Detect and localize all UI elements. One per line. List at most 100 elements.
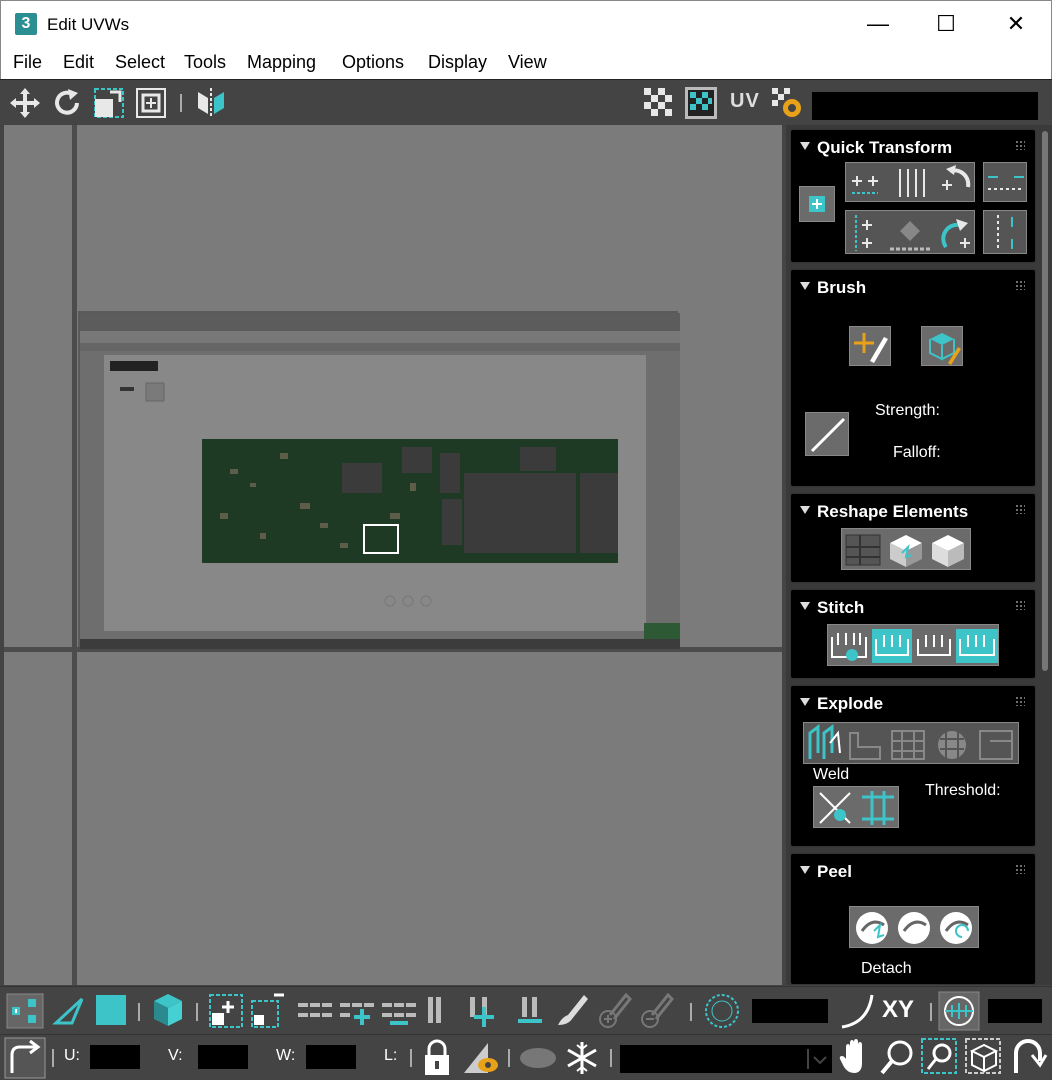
grow-selection-icon[interactable]: [208, 991, 244, 1029]
loop-ring-select-icons[interactable]: [296, 995, 420, 1027]
weld-icons: [819, 791, 894, 825]
rollout-title[interactable]: Reshape Elements: [817, 502, 968, 522]
move-icon[interactable]: [8, 86, 42, 120]
lock-icon[interactable]: [420, 1039, 454, 1077]
separator: [410, 1049, 412, 1067]
edge-mode-icon[interactable]: [52, 993, 86, 1029]
paint-select-subtract-icon[interactable]: [638, 991, 674, 1029]
close-button[interactable]: ✕: [981, 1, 1051, 47]
u-field[interactable]: [90, 1045, 140, 1069]
element-mode-icon[interactable]: [150, 991, 186, 1029]
separator: [180, 94, 182, 112]
w-label: W:: [276, 1047, 296, 1064]
reshape-buttons[interactable]: [841, 528, 971, 570]
chevron-down-icon[interactable]: [806, 1049, 830, 1069]
menu-select[interactable]: Select: [115, 52, 165, 73]
explode-buttons[interactable]: [803, 722, 1019, 764]
rollout-title[interactable]: Quick Transform: [817, 138, 952, 158]
uv-grid-axis-vertical: [72, 125, 77, 985]
stitch-buttons[interactable]: [827, 624, 999, 666]
checker-pattern-icon[interactable]: [642, 86, 676, 120]
grip-icon[interactable]: [1015, 696, 1025, 706]
grip-icon[interactable]: [1015, 504, 1025, 514]
paint-select-icon[interactable]: [554, 991, 590, 1029]
l-label: L:: [384, 1047, 398, 1064]
collapse-arrow-icon[interactable]: [800, 602, 810, 610]
title-bar: 3 Edit UVWs — ☐ ✕: [0, 0, 1052, 46]
rollout-peel: Peel Detach: [790, 853, 1036, 985]
uv-toggle[interactable]: UV: [730, 90, 760, 113]
collapse-arrow-icon[interactable]: [800, 866, 810, 874]
absolute-offset-icon[interactable]: [4, 1037, 46, 1079]
menu-mapping[interactable]: Mapping: [247, 52, 316, 73]
grip-icon[interactable]: [1015, 864, 1025, 874]
menu-edit[interactable]: Edit: [63, 52, 94, 73]
falloff-space-xy[interactable]: XY: [882, 996, 914, 1024]
align-icons: [852, 165, 971, 197]
collapse-arrow-icon[interactable]: [800, 506, 810, 514]
freeform-icon[interactable]: [134, 86, 168, 120]
grip-icon[interactable]: [1015, 600, 1025, 610]
vertex-mode-icon[interactable]: [6, 993, 44, 1029]
rotate-icon[interactable]: [50, 86, 84, 120]
selection-set-dropdown[interactable]: [620, 1045, 832, 1073]
strength-label: Strength:: [875, 402, 940, 419]
weld-buttons[interactable]: [813, 786, 899, 828]
paint-select-add-icon[interactable]: [596, 991, 632, 1029]
polygon-mode-icon[interactable]: [94, 993, 128, 1029]
minimize-button[interactable]: —: [843, 1, 913, 47]
rollout-panel: Quick Transform Brush Strength: Falloff:…: [786, 125, 1052, 985]
uv-viewport[interactable]: [4, 125, 782, 985]
collapse-arrow-icon[interactable]: [800, 698, 810, 706]
edge-distance-field[interactable]: [988, 999, 1042, 1023]
separator: [610, 1049, 612, 1067]
zoom-region-icon[interactable]: [920, 1037, 960, 1077]
eye-icon[interactable]: [518, 1043, 558, 1073]
brush-options-button[interactable]: [805, 412, 849, 456]
collapse-arrow-icon[interactable]: [800, 142, 810, 150]
hide-show-icon[interactable]: [460, 1039, 500, 1077]
pan-icon[interactable]: [838, 1037, 872, 1077]
menu-options[interactable]: Options: [342, 52, 404, 73]
menu-view[interactable]: View: [508, 52, 547, 73]
rollout-title[interactable]: Explode: [817, 694, 883, 714]
grip-icon[interactable]: [1015, 140, 1025, 150]
relax-brush-button[interactable]: [921, 326, 963, 366]
rollout-title[interactable]: Stitch: [817, 598, 864, 618]
grip-icon[interactable]: [1015, 280, 1025, 290]
texture-dropdown[interactable]: [812, 92, 1038, 120]
v-field[interactable]: [198, 1045, 248, 1069]
shrink-selection-icon[interactable]: [250, 991, 286, 1029]
mirror-icon[interactable]: [194, 86, 228, 120]
transform-center-button[interactable]: [799, 186, 835, 222]
soft-selection-falloff-field[interactable]: [752, 999, 828, 1023]
background-texture-image: [78, 311, 680, 649]
menu-display[interactable]: Display: [428, 52, 487, 73]
rollout-title[interactable]: Peel: [817, 862, 852, 882]
maximize-button[interactable]: ☐: [911, 1, 981, 47]
align-buttons-row2: [845, 210, 975, 254]
menu-file[interactable]: File: [13, 52, 42, 73]
w-field[interactable]: [306, 1045, 356, 1069]
window-title: Edit UVWs: [47, 15, 130, 34]
menu-tools[interactable]: Tools: [184, 52, 226, 73]
ring-select-icons[interactable]: [426, 993, 546, 1029]
snap-icon[interactable]: [1010, 1037, 1048, 1077]
falloff-curve-icon[interactable]: [838, 991, 878, 1031]
soft-selection-icon[interactable]: [702, 991, 742, 1031]
edge-distance-icon[interactable]: [938, 991, 980, 1031]
peel-buttons[interactable]: [849, 906, 979, 948]
spacing-vertical-button[interactable]: [983, 210, 1027, 254]
texture-pattern-icon[interactable]: [684, 86, 718, 120]
settings-checker-icon[interactable]: [770, 86, 804, 120]
zoom-icon[interactable]: [878, 1037, 916, 1077]
freeze-icon[interactable]: [564, 1039, 600, 1077]
panel-scrollbar[interactable]: [1042, 131, 1048, 671]
zoom-extents-icon[interactable]: [964, 1037, 1004, 1077]
scale-icon[interactable]: [92, 86, 126, 120]
spacing-horizontal-button[interactable]: [983, 162, 1027, 202]
paint-move-button[interactable]: [849, 326, 891, 366]
collapse-arrow-icon[interactable]: [800, 282, 810, 290]
rollout-title[interactable]: Brush: [817, 278, 866, 298]
bottom-toolbar-2: U: V: W: L:: [0, 1034, 1052, 1080]
